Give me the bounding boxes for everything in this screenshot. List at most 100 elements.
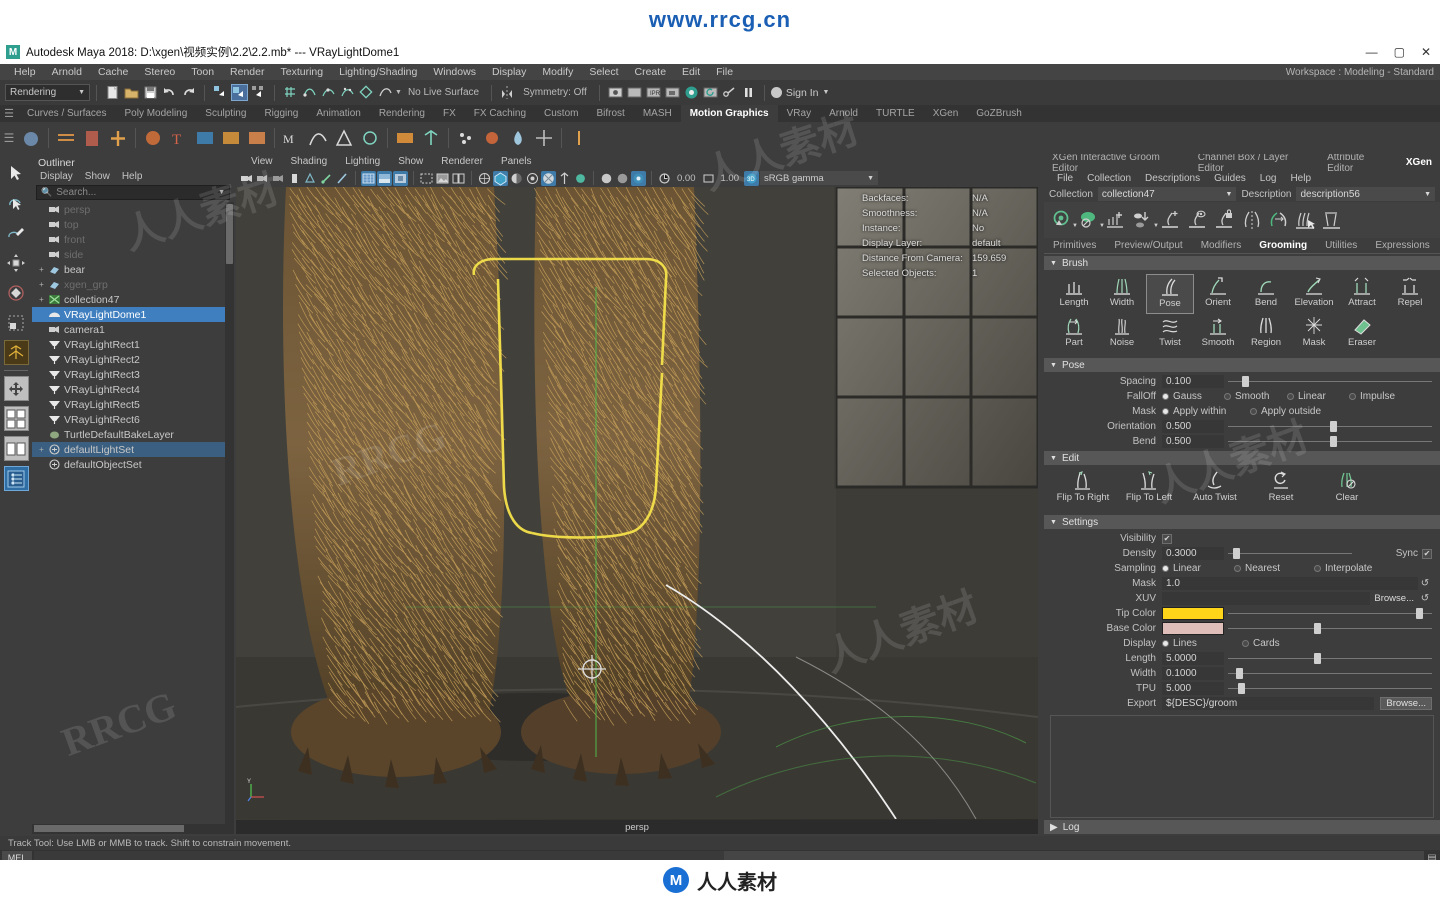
slider-thumb[interactable] (1242, 376, 1249, 387)
density-slider[interactable] (1228, 547, 1352, 560)
gamma-value[interactable]: 1.00 (717, 173, 744, 184)
exposure-value[interactable]: 0.00 (673, 173, 700, 184)
brush-tool-repel[interactable]: Repel (1386, 274, 1434, 314)
export-patches-icon[interactable]: ▼ (1130, 205, 1157, 235)
lasso-select-tool-icon[interactable] (4, 190, 29, 215)
multisample-aa-icon[interactable] (525, 171, 540, 186)
menu-item-cache[interactable]: Cache (90, 64, 136, 80)
maximize-button[interactable]: ▢ (1391, 45, 1408, 59)
brush-tool-region[interactable]: Region (1242, 314, 1290, 354)
falloff-option-smooth[interactable]: Smooth (1224, 391, 1287, 402)
scale-tool-icon[interactable] (4, 310, 29, 335)
preview-refresh-icon[interactable]: ▼ (1049, 205, 1076, 235)
sampling-option-nearest[interactable]: Nearest (1234, 563, 1314, 574)
pose-mask-radiogroup[interactable]: Apply within Apply outside (1162, 406, 1432, 417)
xgen-subtab-modifiers[interactable]: Modifiers (1192, 240, 1251, 251)
outliner-item-defaultobjectset[interactable]: defaultObjectSet (32, 457, 234, 472)
xgen-subtab-preview-output[interactable]: Preview/Output (1105, 240, 1191, 251)
shelf-tab-animation[interactable]: Animation (307, 105, 369, 122)
collection-dropdown[interactable]: collection47 ▼ (1098, 187, 1237, 201)
log-section-header[interactable]: ▶ Log (1044, 820, 1440, 834)
guide-lock-icon[interactable] (1211, 205, 1238, 235)
grease-pencil-icon[interactable] (319, 171, 334, 186)
outliner-item-front[interactable]: front (32, 232, 234, 247)
xuv-browse-button[interactable]: Browse... (1370, 593, 1418, 604)
snap-grid-icon[interactable] (282, 84, 299, 101)
playblast-icon[interactable] (721, 84, 738, 101)
render-visibility-icon[interactable]: ▼ (1076, 205, 1103, 235)
brush-tool-mask[interactable]: Mask (1290, 314, 1338, 354)
shelf-item-dynamics[interactable] (359, 127, 381, 149)
outliner-menu-show[interactable]: Show (85, 171, 110, 182)
menu-item-edit[interactable]: Edit (674, 64, 708, 80)
settings-mask-input[interactable]: 1.0 (1162, 577, 1418, 590)
brush-tool-orient[interactable]: Orient (1194, 274, 1242, 314)
scrollbar-thumb[interactable] (226, 204, 233, 264)
hypershade-icon[interactable] (702, 84, 719, 101)
outliner-item-collection47[interactable]: + collection47 (32, 292, 234, 307)
viewport-menu-lighting[interactable]: Lighting (336, 156, 389, 167)
mirror-guides-icon[interactable] (1238, 205, 1265, 235)
falloff-radiogroup[interactable]: Gauss Smooth Linear Impulse (1162, 391, 1432, 402)
menu-item-help[interactable]: Help (6, 64, 44, 80)
shelf-tab-curves-surfaces[interactable]: Curves / Surfaces (18, 105, 115, 122)
shelf-tab-rendering[interactable]: Rendering (370, 105, 434, 122)
select-tool-icon[interactable] (4, 160, 29, 185)
shelf-item-particles[interactable] (455, 127, 477, 149)
guide-display-icon[interactable] (1184, 205, 1211, 235)
slider-thumb[interactable] (1314, 653, 1321, 664)
brush-tool-eraser[interactable]: Eraser (1338, 314, 1386, 354)
outliner-menu-display[interactable]: Display (40, 171, 73, 182)
ipr-render-icon[interactable] (626, 84, 643, 101)
select-by-object-icon[interactable] (231, 84, 248, 101)
select-by-hierarchy-icon[interactable] (212, 84, 229, 101)
shelf-item-extrude[interactable] (246, 127, 268, 149)
pose-mask-option-apply-within[interactable]: Apply within (1162, 406, 1250, 417)
xgen-menu-descriptions[interactable]: Descriptions (1138, 173, 1207, 184)
snap-curve-icon[interactable] (301, 84, 318, 101)
xgen-subtab-expressions[interactable]: Expressions (1366, 240, 1438, 251)
mask-reset-icon[interactable]: ↺ (1418, 577, 1432, 590)
slider-thumb[interactable] (1238, 683, 1245, 694)
snap-live-icon[interactable] (377, 84, 394, 101)
shadows-icon[interactable] (477, 171, 492, 186)
chevron-down-icon[interactable]: ▼ (218, 189, 225, 196)
shelf-menu-icon[interactable]: ☰ (0, 107, 18, 120)
display-option-lines[interactable]: Lines (1162, 638, 1242, 649)
edit-tool-clear[interactable]: Clear (1316, 469, 1378, 511)
shelf-tab-poly-modeling[interactable]: Poly Modeling (115, 105, 196, 122)
snap-point-icon[interactable] (320, 84, 337, 101)
shelf-item-fluid[interactable] (507, 127, 529, 149)
xray-icon[interactable] (335, 171, 350, 186)
shelf-tab-sculpting[interactable]: Sculpting (196, 105, 255, 122)
signin-button[interactable]: Sign In ▼ (771, 87, 830, 99)
render-view-icon[interactable] (683, 84, 700, 101)
tpu-slider[interactable] (1228, 682, 1432, 695)
menu-item-stereo[interactable]: Stereo (136, 64, 183, 80)
add-description-icon[interactable] (1103, 205, 1130, 235)
two-pane-layout-icon[interactable] (4, 436, 29, 461)
menu-item-display[interactable]: Display (484, 64, 534, 80)
minimize-button[interactable]: — (1363, 45, 1381, 59)
select-camera-icon[interactable] (239, 171, 254, 186)
shelf-tab-rigging[interactable]: Rigging (255, 105, 307, 122)
shelf-item-sphere[interactable] (20, 127, 42, 149)
outliner-item-vraylightrect5[interactable]: VRayLightRect5 (32, 397, 234, 412)
xgen-subtab-utilities[interactable]: Utilities (1316, 240, 1366, 251)
tip-color-swatch[interactable] (1162, 607, 1224, 620)
shelf-item-nucleus[interactable] (533, 127, 555, 149)
orientation-slider[interactable] (1228, 420, 1432, 433)
settings-section-header[interactable]: ▼ Settings (1044, 515, 1440, 529)
add-guide-icon[interactable] (1157, 205, 1184, 235)
length-input[interactable]: 5.0000 (1162, 652, 1224, 665)
spacing-input[interactable]: 0.100 (1162, 375, 1224, 388)
xgen-menu-help[interactable]: Help (1283, 173, 1318, 184)
smooth-shade-textured-icon[interactable] (393, 171, 408, 186)
export-input[interactable]: ${DESC}/groom (1162, 697, 1374, 710)
menu-item-toon[interactable]: Toon (183, 64, 222, 80)
shelf-tab-vray[interactable]: VRay (778, 105, 820, 122)
snap-grid-toggle-icon[interactable] (4, 376, 29, 401)
image-plane-icon[interactable] (287, 171, 302, 186)
shelf-item-emitter[interactable] (481, 127, 503, 149)
brush-tool-pose[interactable]: Pose (1146, 274, 1194, 314)
